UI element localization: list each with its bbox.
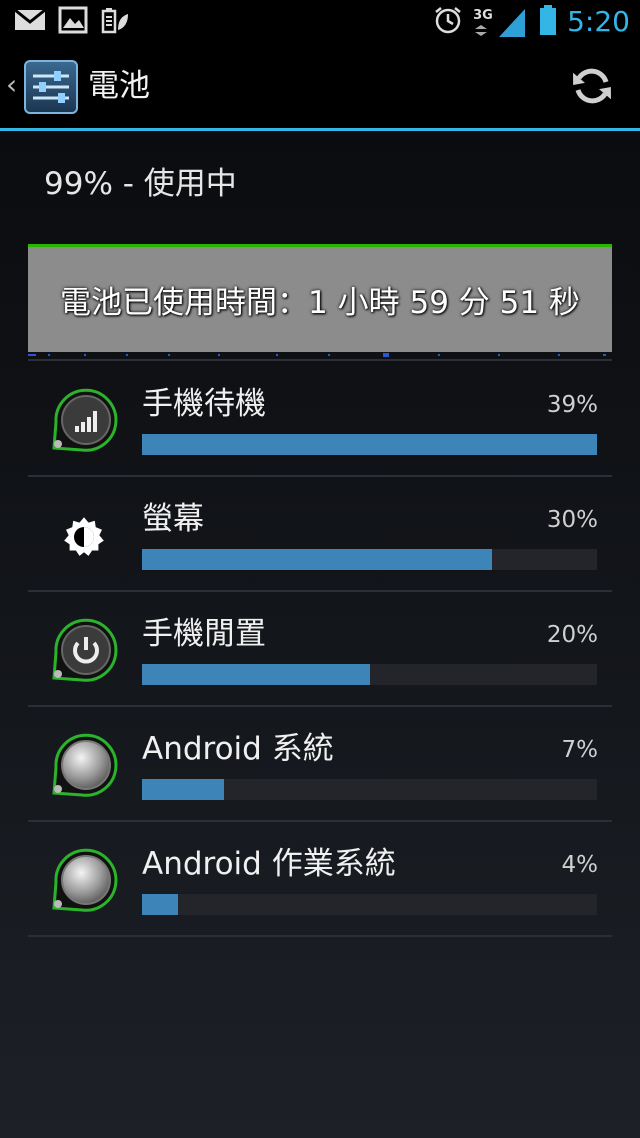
usage-bar [142,434,597,455]
usage-bar [142,549,597,570]
refresh-icon[interactable] [570,64,614,108]
battery-saver-icon [100,6,130,38]
system-icons: 3G 5:20 [433,4,630,40]
cell-standby-icon [46,382,122,458]
usage-row-label: 螢幕 [142,501,204,537]
usage-row-label: 手機閒置 [142,616,266,652]
usage-row-percent: 30% [546,507,598,533]
chevron-left-icon: ‹ [6,68,18,101]
usage-row-idle[interactable]: 手機閒置 20% [28,592,612,705]
usage-row-label: Android 系統 [142,731,334,767]
usage-bar [142,894,597,915]
divider [28,935,612,937]
page-title: 電池 [88,68,150,104]
settings-sliders-icon [24,60,78,114]
clock: 5:20 [567,5,630,38]
battery-icon [539,4,557,40]
usage-bar-fill [142,664,370,685]
alarm-icon [433,5,463,39]
usage-row-percent: 20% [546,622,598,648]
divider [28,359,612,361]
battery-summary: 99% - 使用中 [44,166,237,202]
android-os-icon [46,842,122,918]
usage-row-label: 手機待機 [142,386,266,422]
notification-icons [14,6,130,38]
usage-bar [142,779,597,800]
action-bar: ‹ 電池 [0,44,640,131]
screen: 3G 5:20 ‹ 電池 99% - 使用中 電池已使用時間：1 小時 59 分… [0,0,640,1138]
status-bar: 3G 5:20 [0,0,640,44]
usage-row-android-os[interactable]: Android 作業系統 4% [28,822,612,935]
usage-row-percent: 39% [546,392,598,418]
usage-row-percent: 4% [561,852,599,878]
usage-bar [142,664,597,685]
usage-bar-fill [142,549,493,570]
power-idle-icon [46,612,122,688]
brightness-icon [46,497,122,573]
battery-usage-time: 電池已使用時間：1 小時 59 分 51 秒 [60,285,580,321]
mail-icon [14,8,46,36]
signal-icon: 3G [473,5,529,39]
usage-row-standby[interactable]: 手機待機 39% [28,362,612,475]
image-icon [58,6,88,38]
usage-row-percent: 7% [561,737,599,763]
usage-bar-fill [142,434,597,455]
usage-row-android-system[interactable]: Android 系統 7% [28,707,612,820]
battery-history-graph[interactable]: 電池已使用時間：1 小時 59 分 51 秒 [28,244,612,355]
usage-bar-fill [142,779,224,800]
charging-strip [28,352,612,358]
usage-row-screen[interactable]: 螢幕 30% [28,477,612,590]
usage-bar-fill [142,894,179,915]
android-system-icon [46,727,122,803]
usage-row-label: Android 作業系統 [142,846,396,882]
